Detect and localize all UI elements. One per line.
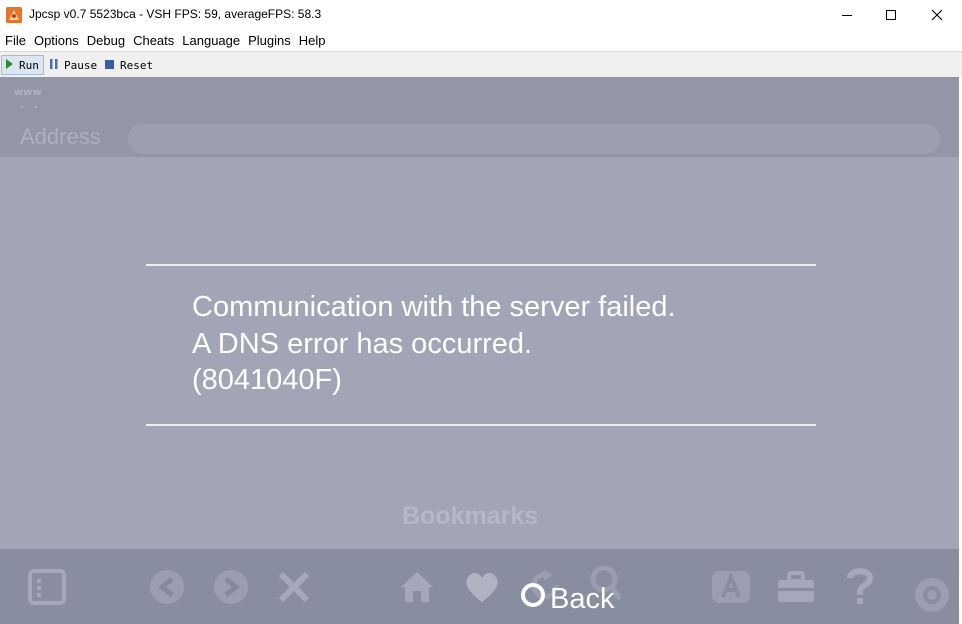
pause-button[interactable]: Pause: [46, 55, 101, 75]
title-bar: Jpcsp v0.7 5523bca - VSH FPS: 59, averag…: [0, 0, 962, 30]
back-button[interactable]: Back: [520, 582, 614, 616]
close-icon[interactable]: [276, 569, 312, 605]
play-icon: [6, 58, 13, 72]
error-code: (8041040F): [192, 364, 342, 396]
pause-icon: [50, 58, 58, 72]
right-arrow-icon[interactable]: [212, 569, 250, 605]
window-title: Jpcsp v0.7 5523bca - VSH FPS: 59, averag…: [29, 7, 322, 21]
dialog-bottom-divider: [146, 424, 816, 426]
menu-cheats[interactable]: Cheats: [129, 33, 178, 48]
menu-bar: File Options Debug Cheats Language Plugi…: [0, 30, 962, 50]
error-message: Communication with the server failed. A …: [192, 289, 676, 399]
error-line-2: A DNS error has occurred.: [192, 327, 533, 360]
address-field[interactable]: [128, 124, 940, 154]
help-icon[interactable]: [844, 567, 876, 607]
dialog-top-divider: [146, 264, 816, 266]
menu-plugins[interactable]: Plugins: [244, 33, 295, 48]
run-button[interactable]: Run: [1, 55, 44, 75]
error-line-1: Communication with the server failed.: [192, 291, 676, 323]
menu-file[interactable]: File: [0, 33, 30, 48]
toolbox-icon[interactable]: [776, 569, 816, 605]
menu-language[interactable]: Language: [178, 33, 244, 48]
menu-help[interactable]: Help: [295, 33, 330, 48]
reset-button[interactable]: Reset: [101, 55, 157, 75]
circle-button-icon: [520, 582, 546, 616]
address-label: Address: [20, 124, 101, 149]
maximize-icon: [886, 10, 896, 20]
bookmarks-label: Bookmarks: [402, 502, 539, 530]
minimize-button[interactable]: [824, 0, 870, 30]
pause-label: Pause: [64, 58, 98, 72]
home-icon[interactable]: [398, 569, 436, 605]
stop-icon: [105, 59, 114, 72]
browser-top-bar: www • • Address: [0, 77, 962, 157]
back-label: Back: [550, 582, 615, 615]
minimize-icon: [842, 15, 852, 16]
close-window-button[interactable]: [914, 0, 960, 30]
reset-label: Reset: [120, 58, 154, 72]
toolbar: Run Pause Reset: [0, 51, 962, 77]
menu-debug[interactable]: Debug: [83, 33, 129, 48]
a-text-icon[interactable]: [710, 569, 752, 605]
run-label: Run: [19, 58, 39, 72]
www-dots: • •: [20, 103, 41, 112]
settings-icon[interactable]: [912, 575, 952, 615]
list-icon[interactable]: [28, 569, 66, 605]
browser-bottom-bar: [0, 549, 962, 624]
emulator-screen[interactable]: www • • Address Communication with the s…: [0, 77, 962, 624]
www-icon: www: [14, 87, 42, 98]
menu-options[interactable]: Options: [30, 33, 83, 48]
jpcsp-app-icon: [6, 7, 22, 23]
heart-icon[interactable]: [462, 569, 502, 605]
maximize-button[interactable]: [868, 0, 914, 30]
close-icon: [931, 9, 943, 21]
left-arrow-icon[interactable]: [148, 569, 186, 605]
